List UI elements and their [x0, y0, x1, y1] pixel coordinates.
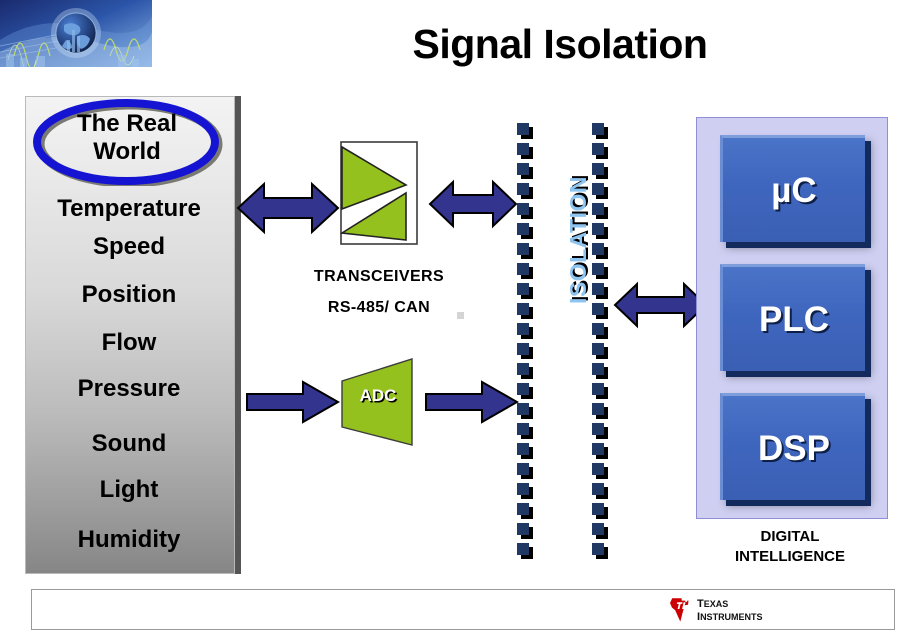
isolation-dash [592, 183, 604, 195]
real-world-item: Flow [101, 329, 157, 356]
isolation-dash [517, 243, 529, 255]
isolation-dash [592, 463, 604, 475]
isolation-dash [592, 343, 604, 355]
isolation-dash [592, 283, 604, 295]
isolation-dash [592, 123, 604, 135]
ti-texas-mark-icon [670, 597, 689, 622]
ti-wordmark: TEXAS INSTRUMENTS [697, 597, 763, 623]
transceiver-label-primary: TRANSCEIVERS [313, 268, 445, 285]
ti-wordmark-line2: INSTRUMENTS [697, 610, 763, 623]
arrow-adc-to-isolation-icon [424, 379, 519, 425]
isolation-dash [592, 523, 604, 535]
real-world-item: Position [81, 281, 177, 308]
isolation-dash [592, 143, 604, 155]
isolation-dash [517, 223, 529, 235]
isolation-dash [592, 163, 604, 175]
isolation-barrier-right-column [589, 123, 611, 563]
transceiver-symbol-icon [340, 141, 418, 245]
adc-label: ADC [359, 386, 397, 405]
header-banner-image [0, 0, 152, 67]
isolation-dash [592, 303, 604, 315]
digital-block-plc[interactable]: PLC [720, 264, 865, 371]
isolation-dash [517, 463, 529, 475]
arrow-sensor-to-adc-icon [245, 379, 340, 425]
isolation-dash [517, 183, 529, 195]
isolation-dash [517, 383, 529, 395]
digital-block-label: PLC [759, 299, 829, 339]
digital-block-label: µC [771, 170, 817, 210]
isolation-dash [517, 143, 529, 155]
isolation-dash [517, 423, 529, 435]
isolation-dash [592, 363, 604, 375]
isolation-dash [592, 503, 604, 515]
digital-block-label: DSP [758, 428, 830, 468]
isolation-dash [517, 363, 529, 375]
isolation-dash [517, 523, 529, 535]
digital-intelligence-caption: DIGITAL INTELLIGENCE [680, 527, 900, 567]
isolation-label: ISOLATION [565, 175, 591, 304]
real-world-item: Humidity [77, 526, 181, 553]
isolation-dash [517, 123, 529, 135]
isolation-dash [592, 203, 604, 215]
isolation-dash [592, 403, 604, 415]
digital-block-dsp[interactable]: DSP [720, 393, 865, 500]
transceiver-label-secondary: RS-485/ CAN [327, 299, 431, 316]
isolation-dash [592, 383, 604, 395]
globe-network-banner-icon [0, 0, 152, 67]
isolation-dash [592, 543, 604, 555]
isolation-dash [517, 163, 529, 175]
isolation-dash [592, 243, 604, 255]
real-world-badge-label: The Real World [30, 110, 224, 174]
isolation-dash [592, 423, 604, 435]
isolation-dash [592, 483, 604, 495]
isolation-dash [592, 263, 604, 275]
isolation-dash [517, 283, 529, 295]
isolation-dash [592, 443, 604, 455]
real-world-badge-line1: The Real [76, 110, 178, 137]
real-world-item: Pressure [77, 375, 181, 402]
texas-instruments-logo: TEXAS INSTRUMENTS [668, 595, 798, 624]
isolation-dash [517, 403, 529, 415]
isolation-dash [517, 443, 529, 455]
arrow-transceiver-to-isolation-icon [428, 178, 518, 230]
decorative-square [457, 312, 464, 319]
ti-wordmark-line1: TEXAS [697, 597, 729, 610]
isolation-dash [517, 323, 529, 335]
real-world-item: Temperature [57, 195, 201, 222]
real-world-item: Light [99, 476, 159, 503]
isolation-dash [517, 203, 529, 215]
slide-title: Signal Isolation [412, 21, 708, 67]
isolation-dash [517, 483, 529, 495]
real-world-item: Speed [92, 233, 166, 260]
isolation-dash [592, 323, 604, 335]
isolation-dash [517, 503, 529, 515]
digital-caption-line2: INTELLIGENCE [734, 548, 845, 565]
isolation-dash [517, 343, 529, 355]
real-world-badge-line2: World [93, 138, 161, 165]
digital-block-microcontroller[interactable]: µC [720, 135, 865, 242]
isolation-barrier-left-column [514, 123, 536, 563]
isolation-dash [517, 263, 529, 275]
isolation-dash [517, 303, 529, 315]
isolation-dash [592, 223, 604, 235]
arrow-isolation-to-digital-icon [613, 281, 708, 329]
digital-caption-line1: DIGITAL [760, 528, 820, 545]
arrow-real-world-to-transceiver-icon [236, 180, 340, 236]
isolation-dash [517, 543, 529, 555]
real-world-item: Sound [91, 430, 167, 457]
